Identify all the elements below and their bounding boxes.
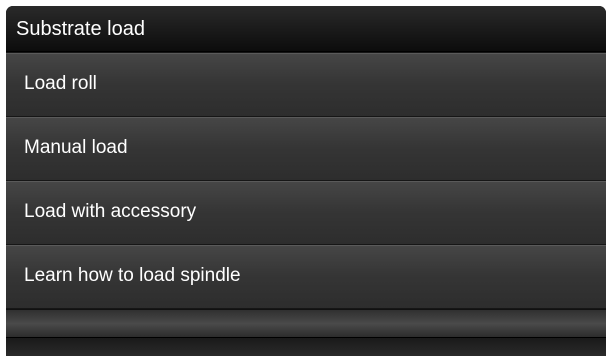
substrate-load-screen: Substrate load Load roll Manual load Loa… [6, 6, 606, 356]
menu-item-load-with-accessory[interactable]: Load with accessory [6, 181, 606, 244]
menu-item-manual-load[interactable]: Manual load [6, 117, 606, 180]
menu-item-label: Manual load [24, 137, 128, 158]
page-title: Substrate load [16, 18, 145, 40]
title-bar: Substrate load [6, 6, 606, 52]
menu-item-label: Learn how to load spindle [24, 265, 241, 286]
menu-item-load-roll[interactable]: Load roll [6, 53, 606, 116]
menu-item-learn-load-spindle[interactable]: Learn how to load spindle [6, 245, 606, 308]
footer-strip [6, 309, 606, 337]
bottom-bar [6, 337, 606, 356]
menu-item-label: Load with accessory [24, 201, 197, 222]
substrate-load-menu: Load roll Manual load Load with accessor… [6, 53, 606, 309]
menu-item-label: Load roll [24, 73, 97, 94]
